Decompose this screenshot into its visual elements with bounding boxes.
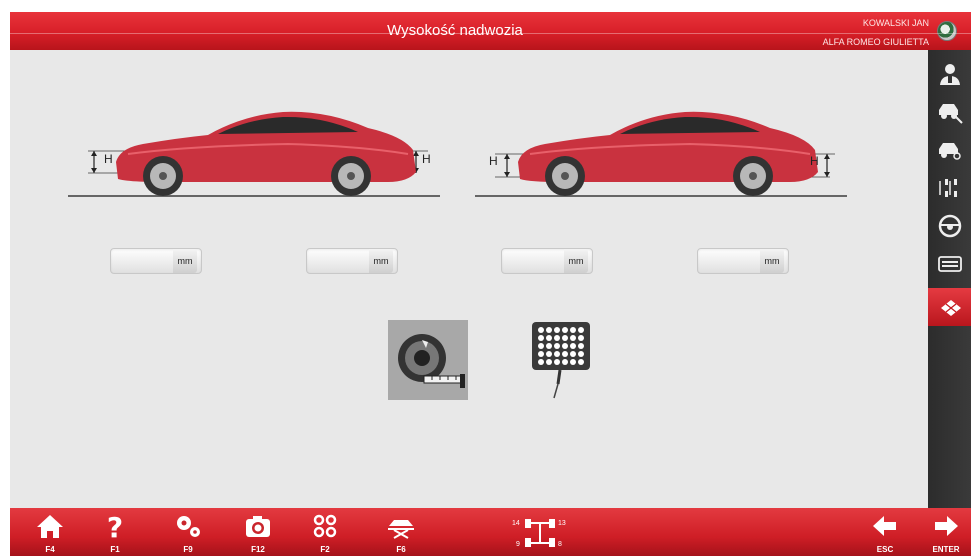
hotkey-label: F9	[183, 545, 193, 554]
height-field-front-left[interactable]: mm	[110, 248, 202, 274]
axle-measure-icon	[938, 179, 957, 197]
axle-indicator: 14 13 9 8	[506, 512, 578, 554]
right-sidebar	[928, 50, 971, 508]
axle-label-top-right: 13	[558, 520, 566, 527]
camera-icon	[246, 516, 270, 537]
help-button[interactable]: ? F1	[90, 508, 140, 556]
height-field-rear-left[interactable]: mm	[306, 248, 398, 274]
hotkey-label: F6	[396, 545, 406, 554]
height-value[interactable]	[115, 252, 177, 270]
settings-button[interactable]: F9	[163, 508, 213, 556]
axle-diagram-icon	[525, 519, 555, 547]
hotkey-label: F12	[251, 545, 265, 554]
unit-label: mm	[564, 249, 588, 273]
main-content: H H H H mm mm mm mm	[10, 50, 928, 508]
sidebar-item-axle[interactable]	[928, 170, 971, 206]
measuring-tape-icon	[398, 334, 465, 388]
bottom-toolbar: F4 ? F1 F9 F12 F2 F6 14 13 9 8 ESC ENTER	[10, 508, 971, 556]
home-icon	[37, 515, 63, 538]
back-button[interactable]: ESC	[860, 508, 910, 556]
height-value[interactable]	[702, 252, 764, 270]
car-diagram-wheel-arch	[68, 102, 440, 217]
unit-label: mm	[369, 249, 393, 273]
target-board-button[interactable]	[520, 320, 600, 400]
car-lift-icon	[388, 520, 414, 539]
settings-icon	[177, 516, 200, 537]
car-side-view-icon	[475, 111, 847, 197]
sidebar-item-operator[interactable]	[928, 56, 971, 92]
svg-text:?: ?	[107, 512, 123, 540]
sidebar-item-car-search[interactable]	[928, 132, 971, 168]
height-value[interactable]	[311, 252, 373, 270]
title-bar: Wysokość nadwozia KOWALSKI JAN ALFA ROME…	[10, 12, 971, 50]
axle-label-bottom-right: 8	[558, 541, 562, 548]
axle-label-bottom-left: 9	[516, 541, 520, 548]
alfa-romeo-logo-icon	[937, 21, 957, 41]
car-search-icon	[938, 143, 961, 160]
command-button[interactable]: F2	[300, 508, 350, 556]
height-marker-label: H	[810, 154, 819, 168]
car-diagram-wheel-center	[475, 102, 847, 217]
sidebar-item-target-grid[interactable]	[928, 288, 971, 326]
height-field-front-right[interactable]: mm	[501, 248, 593, 274]
hotkey-label: ENTER	[932, 545, 960, 554]
sidebar-item-car-service[interactable]	[928, 93, 971, 129]
car-service-icon	[938, 104, 963, 124]
home-button[interactable]: F4	[25, 508, 75, 556]
back-arrow-icon	[873, 516, 896, 536]
height-marker-label: H	[489, 154, 498, 168]
height-marker-label: H	[422, 152, 431, 166]
height-field-rear-right[interactable]: mm	[697, 248, 789, 274]
enter-button[interactable]: ENTER	[921, 508, 971, 556]
command-icon	[313, 514, 337, 538]
hotkey-label: ESC	[876, 545, 894, 554]
sidebar-item-steering[interactable]	[928, 208, 971, 244]
page-title: Wysokość nadwozia	[387, 22, 523, 39]
car-lift-button[interactable]: F6	[376, 508, 426, 556]
hotkey-label: F4	[45, 545, 55, 554]
hotkey-label: F1	[110, 545, 120, 554]
unit-label: mm	[760, 249, 784, 273]
sidebar-item-keyboard[interactable]	[928, 246, 971, 282]
height-value[interactable]	[506, 252, 568, 270]
unit-label: mm	[173, 249, 197, 273]
keyboard-icon	[937, 256, 962, 272]
axle-label-top-left: 14	[512, 520, 520, 527]
user-name: KOWALSKI JAN	[862, 18, 929, 28]
vehicle-name: ALFA ROMEO GIULIETTA	[822, 37, 929, 47]
height-marker-label: H	[104, 152, 113, 166]
camera-button[interactable]: F12	[233, 508, 283, 556]
hotkey-label: F2	[320, 545, 330, 554]
forward-arrow-icon	[935, 516, 958, 536]
measuring-tape-button[interactable]	[388, 320, 468, 400]
help-icon: ?	[107, 512, 123, 540]
target-grid-icon	[940, 300, 961, 316]
operator-icon	[939, 64, 960, 85]
steering-wheel-icon	[938, 214, 961, 238]
car-side-view-icon	[68, 111, 440, 197]
target-board-icon	[532, 322, 590, 399]
